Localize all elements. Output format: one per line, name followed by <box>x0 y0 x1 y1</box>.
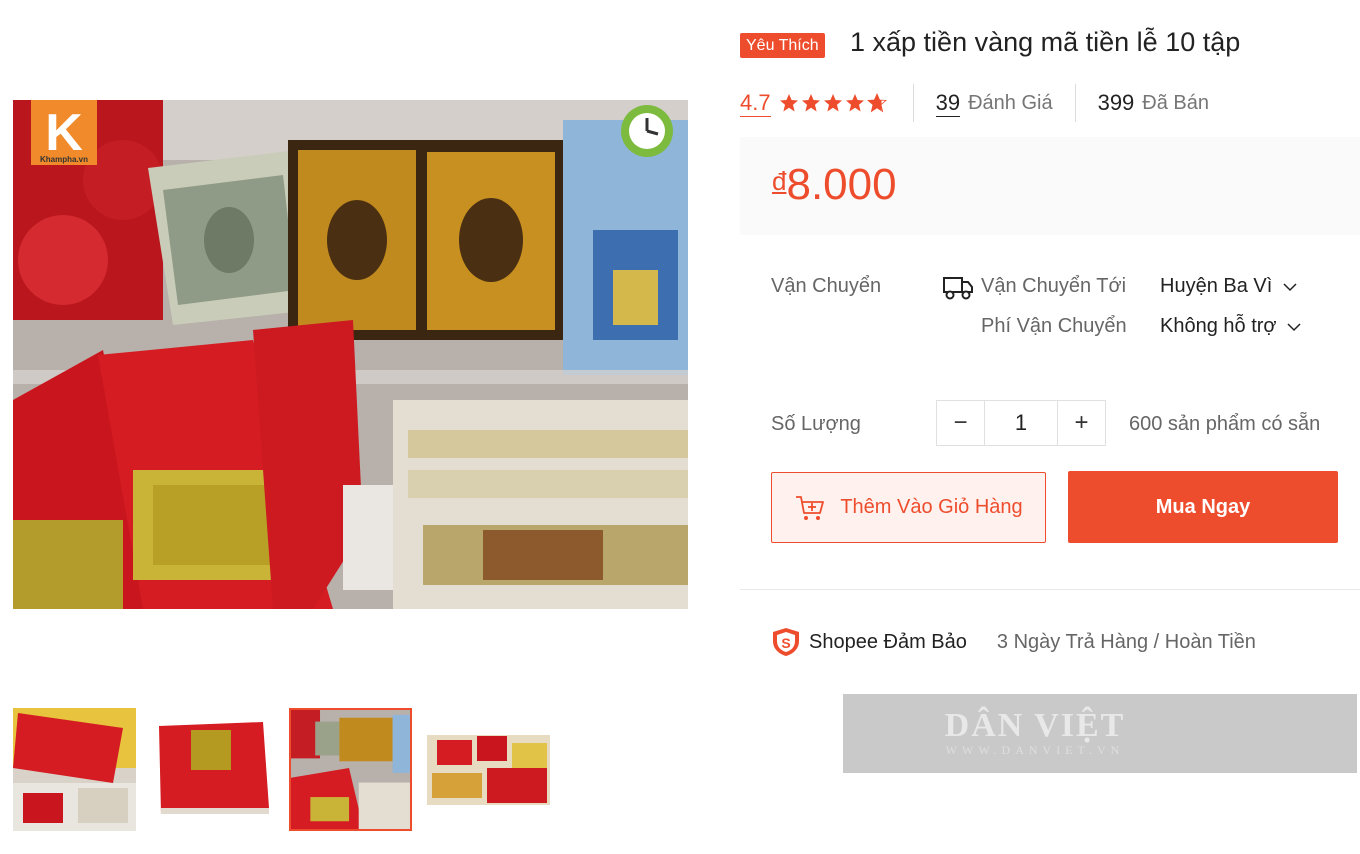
divider <box>740 589 1360 590</box>
main-product-image[interactable]: K Khampha.vn <box>13 100 688 609</box>
shipping-fee-value: Không hỗ trợ <box>1160 315 1277 337</box>
quantity-stepper: − 1 + <box>936 400 1106 446</box>
clock-icon <box>621 105 673 157</box>
reviews-count[interactable]: 39 <box>935 90 961 117</box>
star-icon <box>801 94 820 112</box>
chevron-down-icon <box>1287 323 1301 331</box>
thumbnail-1[interactable] <box>13 708 136 831</box>
quantity-label: Số Lượng <box>771 413 861 435</box>
guarantee-title: Shopee Đảm Bảo <box>809 630 967 653</box>
svg-text:Khampha.vn: Khampha.vn <box>40 155 88 164</box>
add-to-cart-label: Thêm Vào Giỏ Hàng <box>840 496 1023 518</box>
khampha-logo: K Khampha.vn <box>31 100 97 165</box>
reviews-label: Đánh Giá <box>968 91 1053 114</box>
decrease-button[interactable]: − <box>937 401 984 445</box>
truck-icon <box>943 277 973 300</box>
star-icon <box>779 94 798 112</box>
thumbnail-2[interactable] <box>151 708 274 831</box>
product-photo: K Khampha.vn <box>13 100 688 609</box>
guarantee-detail: 3 Ngày Trả Hàng / Hoàn Tiền <box>996 630 1256 653</box>
watermark-url: WWW.DANVIET.VN <box>945 743 1125 757</box>
product-title: 1 xấp tiền vàng mã tiền lễ 10 tập <box>850 27 1241 57</box>
shield-icon: S <box>773 628 799 656</box>
stock-text: 600 sản phẩm có sẵn <box>1129 413 1321 435</box>
shopee-guarantee[interactable]: S Shopee Đảm Bảo 3 Ngày Trả Hàng / Hoàn … <box>771 626 1256 658</box>
watermark-brand: DÂN VIỆT <box>944 707 1126 744</box>
cart-plus-icon <box>796 495 825 520</box>
rating-row: 4.7 39 Đánh Giá 399 Đã Bán <box>740 84 1210 122</box>
divider <box>912 84 914 122</box>
svg-text:S: S <box>781 635 790 651</box>
rating-stars <box>779 93 889 113</box>
chevron-down-icon <box>1283 283 1297 291</box>
divider <box>1074 84 1076 122</box>
danviet-watermark: DÂN VIỆT WWW.DANVIET.VN <box>843 694 1357 773</box>
buy-now-button[interactable]: Mua Ngay <box>1068 471 1338 543</box>
price-value: 8.000 <box>786 160 897 209</box>
shipping-fee-label: Phí Vận Chuyển <box>981 315 1127 337</box>
sold-label: Đã Bán <box>1142 91 1210 114</box>
star-icon <box>866 93 887 113</box>
thumbnail-3-selected[interactable] <box>289 708 412 831</box>
currency-symbol: đ <box>772 166 787 196</box>
favorite-badge: Yêu Thích <box>740 33 825 58</box>
shipping-fee-dropdown[interactable]: Không hỗ trợ <box>1160 315 1302 338</box>
price: đ8.000 <box>772 160 897 210</box>
sold-count: 399 <box>1097 90 1135 115</box>
increase-button[interactable]: + <box>1058 401 1105 445</box>
add-to-cart-button[interactable]: Thêm Vào Giỏ Hàng <box>771 472 1046 543</box>
star-icon <box>823 94 842 112</box>
svg-text:K: K <box>45 104 83 162</box>
shipping-label: Vận Chuyển <box>771 275 882 297</box>
ship-to-label: Vận Chuyển Tới <box>981 275 1127 297</box>
star-icon <box>845 94 864 112</box>
rating-value[interactable]: 4.7 <box>740 90 771 117</box>
ship-to-value: Huyện Ba Vì <box>1160 275 1273 297</box>
quantity-input[interactable]: 1 <box>984 401 1058 445</box>
thumbnail-4[interactable] <box>427 708 550 831</box>
ship-to-dropdown[interactable]: Huyện Ba Vì <box>1160 275 1298 298</box>
